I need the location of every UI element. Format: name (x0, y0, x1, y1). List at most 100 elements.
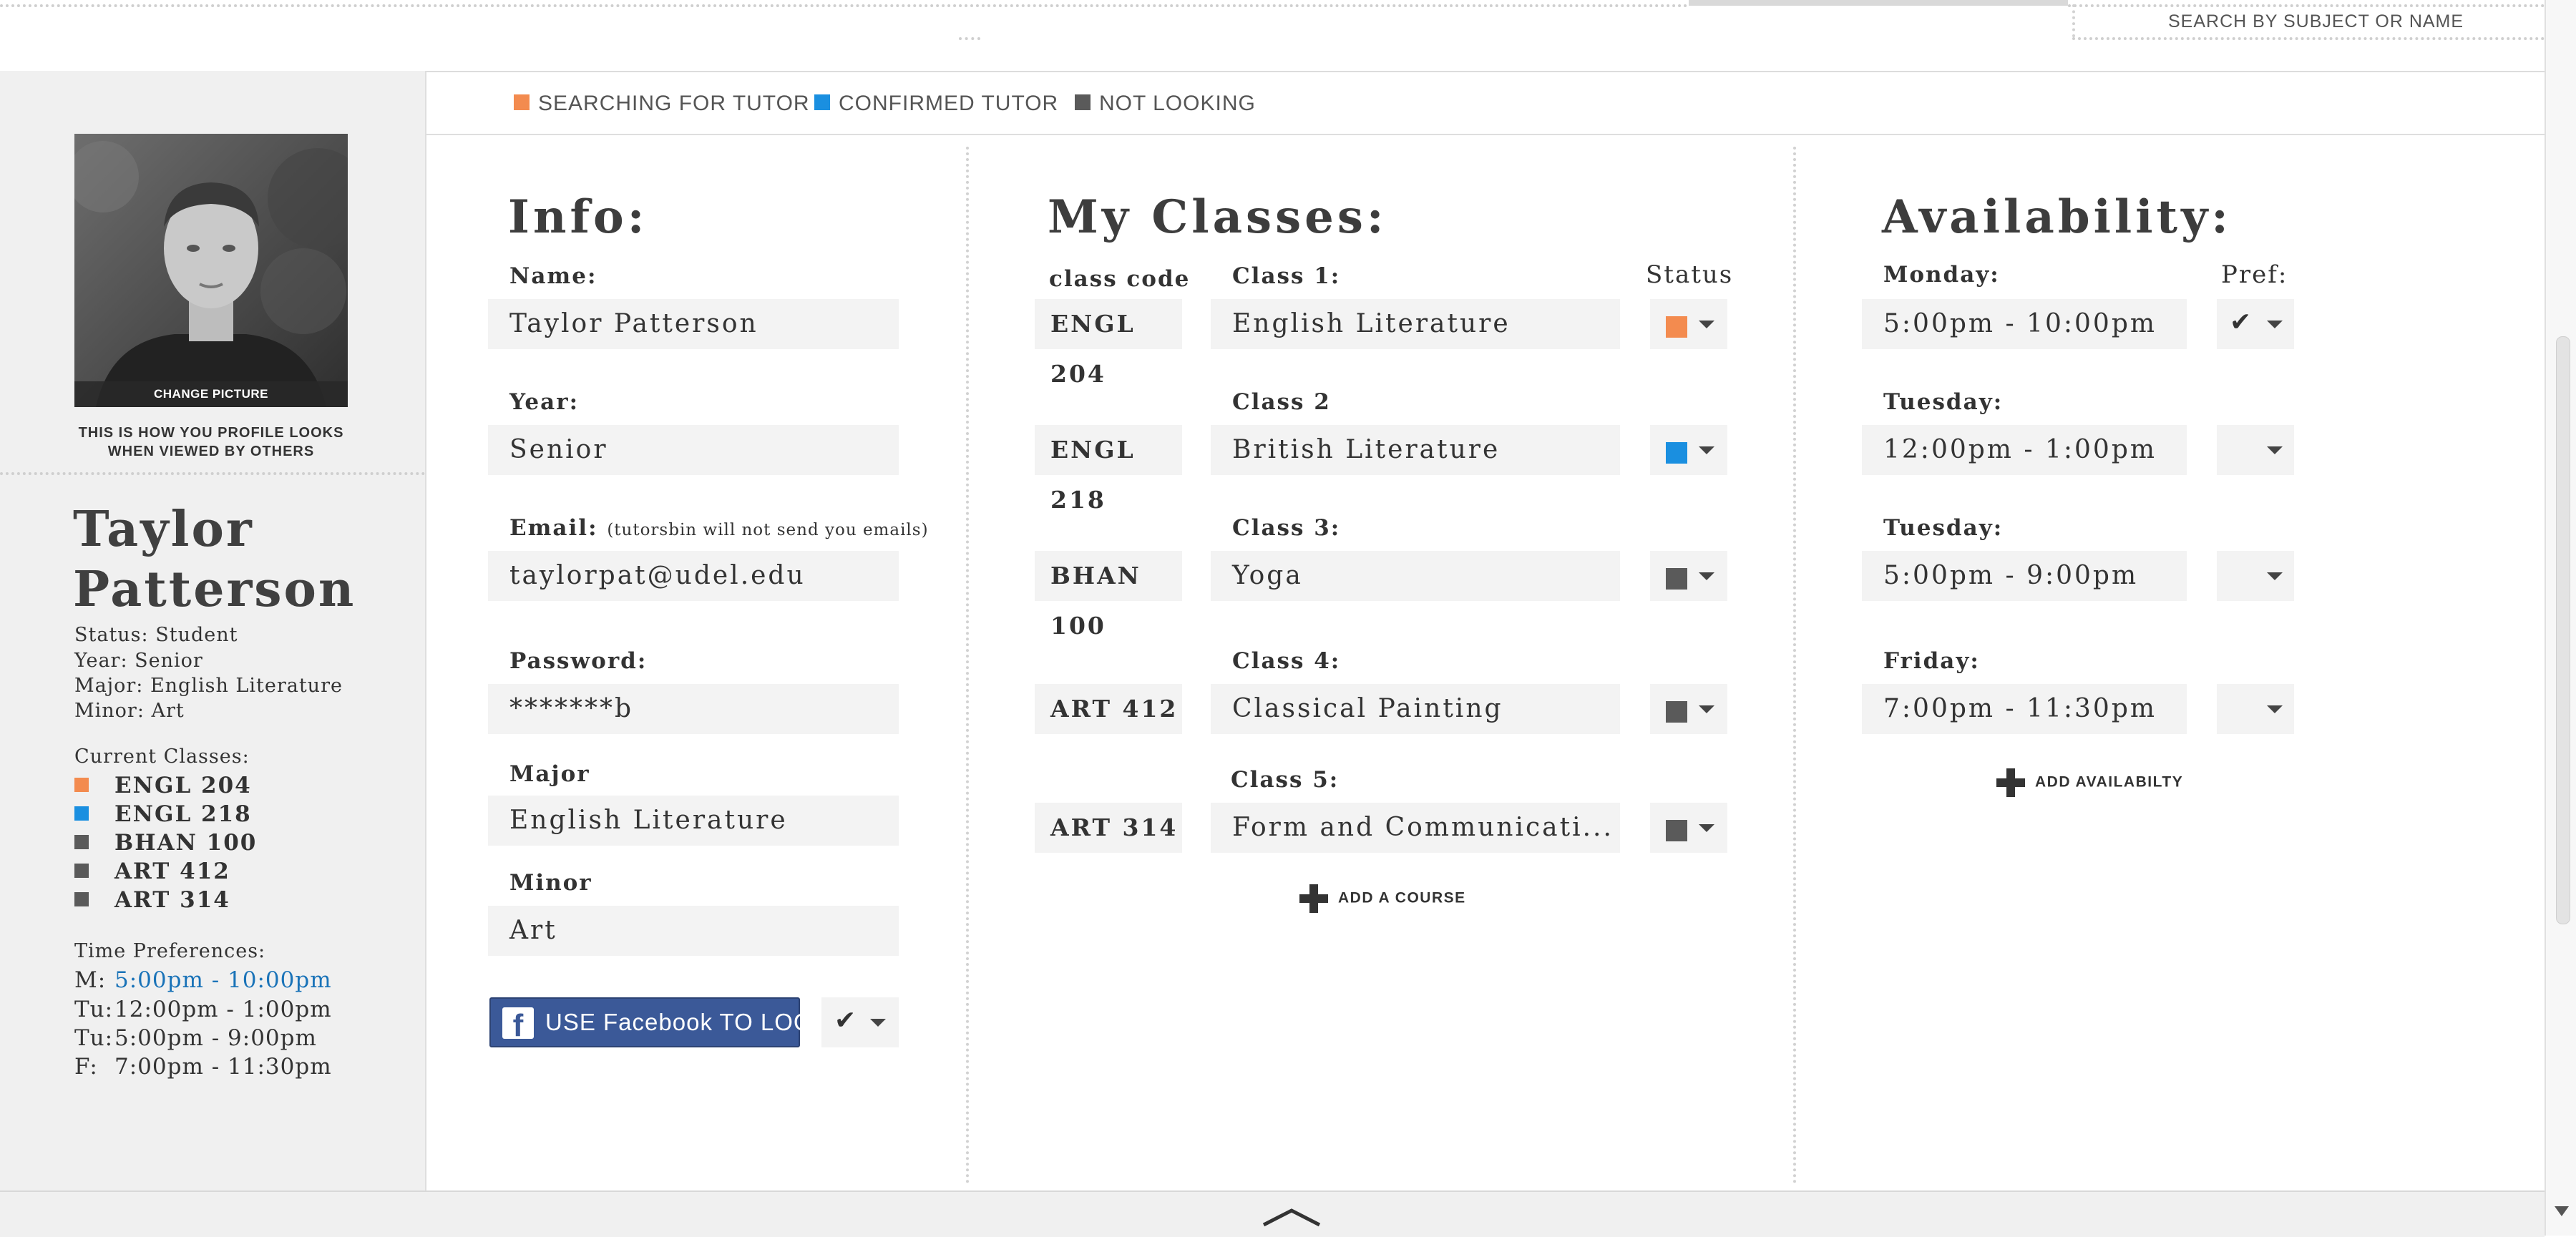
major-label: Major (509, 761, 590, 787)
class-code-input[interactable]: ART 314 (1035, 803, 1182, 853)
chevron-down-icon (2267, 572, 2283, 580)
status-square (1666, 701, 1687, 723)
status-square (1666, 316, 1687, 338)
availability-day-label: Tuesday: (1883, 389, 2004, 415)
name-input[interactable]: Taylor Patterson (488, 299, 899, 349)
chevron-down-icon (1699, 321, 1714, 328)
availability-time-input[interactable]: 5:00pm - 9:00pm (1862, 551, 2187, 601)
class-name-input[interactable]: English Literature (1211, 299, 1620, 349)
check-icon: ✔ (2230, 308, 2252, 337)
legend-swatch (514, 94, 530, 111)
column-divider (966, 147, 969, 1184)
status-square (1666, 442, 1687, 464)
sidebar-class-code: ENGL 218 (114, 801, 252, 827)
class-label: Class 5: (1231, 767, 1340, 793)
class-status-dropdown[interactable] (1650, 551, 1727, 601)
availability-day-label: Monday: (1883, 262, 2000, 288)
class-status-dropdown[interactable] (1650, 684, 1727, 734)
search-underline (2072, 37, 2545, 40)
sidebar-class-item: ART 314 (74, 887, 230, 913)
legend-label: CONFIRMED TUTOR (839, 92, 1059, 115)
year-input[interactable]: Senior (488, 425, 899, 475)
search-input[interactable]: SEARCH BY SUBJECT OR NAME (2168, 11, 2464, 32)
sidebar-class-code: ENGL 204 (114, 773, 252, 798)
profile-photo-image (74, 134, 348, 407)
top-nav-highlight (1689, 0, 2068, 6)
add-availability-button[interactable]: ADD AVAILABILTY (1996, 768, 2183, 797)
class-name-input[interactable]: Classical Painting (1211, 684, 1620, 734)
class-code-input[interactable]: BHAN 100 (1035, 551, 1182, 640)
class-code-input[interactable]: ENGL 218 (1035, 425, 1182, 514)
sidebar-dotted-divider (0, 472, 425, 475)
profile-picture[interactable] (74, 134, 348, 407)
time-pref-row: Tu:12:00pm - 1:00pm (74, 997, 332, 1022)
availability-pref-dropdown[interactable] (2217, 551, 2294, 601)
class-status-dropdown[interactable] (1650, 425, 1727, 475)
availability-pref-dropdown[interactable]: ✔ (2217, 299, 2294, 349)
facebook-login-label: USE Facebook TO LOGIN (545, 1009, 838, 1035)
facebook-login-button[interactable]: f USE Facebook TO LOGIN (489, 997, 837, 1047)
facebook-icon: f (502, 1007, 534, 1039)
sidebar-class-item: ENGL 218 (74, 801, 252, 827)
class-status-dropdown[interactable] (1650, 299, 1727, 349)
chevron-down-icon (870, 1019, 886, 1027)
facebook-pref-dropdown[interactable]: ✔ (821, 997, 899, 1047)
status-square (74, 863, 89, 878)
major-input[interactable]: English Literature (488, 796, 899, 846)
class-status-dropdown[interactable] (1650, 803, 1727, 853)
class-code-input[interactable]: ENGL 204 (1035, 299, 1182, 388)
sidebar-class-code: ART 412 (114, 859, 230, 884)
scroll-down-arrow-icon[interactable] (2555, 1206, 2569, 1216)
availability-pref-dropdown[interactable] (2217, 425, 2294, 475)
legend-swatch (1075, 94, 1091, 111)
profile-first-name: Taylor (73, 501, 254, 558)
time-pref-day: F: (74, 1054, 98, 1080)
availability-pref-dropdown[interactable] (2217, 684, 2294, 734)
email-label-text: Email: (509, 515, 598, 541)
current-classes-label: Current Classes: (74, 745, 250, 768)
class-code-header: class code (1049, 266, 1191, 292)
status-square (1666, 568, 1687, 590)
time-pref-time: 12:00pm - 1:00pm (114, 997, 332, 1022)
status-square (74, 806, 89, 821)
status-square (1666, 820, 1687, 841)
chevron-down-icon (2267, 446, 2283, 454)
availability-time-input[interactable]: 7:00pm - 11:30pm (1862, 684, 2187, 734)
email-label: Email: (tutorsbin will not send you emai… (509, 515, 929, 541)
scrollbar-thumb[interactable] (2556, 336, 2570, 924)
class-name-input[interactable]: Yoga (1211, 551, 1620, 601)
legend-item-confirmed: CONFIRMED TUTOR (814, 92, 1058, 116)
plus-icon (1299, 884, 1328, 913)
sidebar-class-item: ART 412 (74, 859, 230, 884)
plus-icon (1996, 768, 2025, 797)
sidebar-class-item: BHAN 100 (74, 830, 257, 856)
chevron-down-icon (1699, 705, 1714, 713)
profile-note-line1: THIS IS HOW YOU PROFILE LOOKS (78, 425, 344, 441)
top-dots-small (959, 37, 980, 40)
class-name-input[interactable]: British Literature (1211, 425, 1620, 475)
check-icon: ✔ (834, 1006, 857, 1035)
availability-time-input[interactable]: 5:00pm - 10:00pm (1862, 299, 2187, 349)
status-square (74, 777, 89, 792)
chevron-down-icon (2267, 705, 2283, 713)
pref-header: Pref: (2221, 260, 2288, 289)
top-dotted-divider-right (2068, 4, 2545, 7)
add-course-label: ADD A COURSE (1338, 889, 1466, 906)
minor-input[interactable]: Art (488, 906, 899, 956)
add-course-button[interactable]: ADD A COURSE (1299, 884, 1466, 913)
change-picture-button[interactable]: CHANGE PICTURE (74, 381, 348, 407)
email-input[interactable]: taylorpat@udel.edu (488, 551, 899, 601)
time-pref-day: M: (74, 967, 107, 993)
add-availability-label: ADD AVAILABILTY (2035, 773, 2184, 791)
availability-time-input[interactable]: 12:00pm - 1:00pm (1862, 425, 2187, 475)
class-label: Class 2 (1232, 389, 1331, 415)
class-name-input[interactable]: Form and Communicati... (1211, 803, 1620, 853)
sidebar-class-item: ENGL 204 (74, 773, 252, 798)
password-input[interactable]: *******b (488, 684, 899, 734)
sidebar-class-code: BHAN 100 (114, 830, 258, 856)
info-heading: Info: (508, 190, 648, 244)
class-code-input[interactable]: ART 412 (1035, 684, 1182, 734)
chevron-down-icon (2267, 321, 2283, 328)
chevron-up-icon[interactable] (1259, 1206, 1324, 1228)
class-label: Class 4: (1232, 648, 1341, 674)
